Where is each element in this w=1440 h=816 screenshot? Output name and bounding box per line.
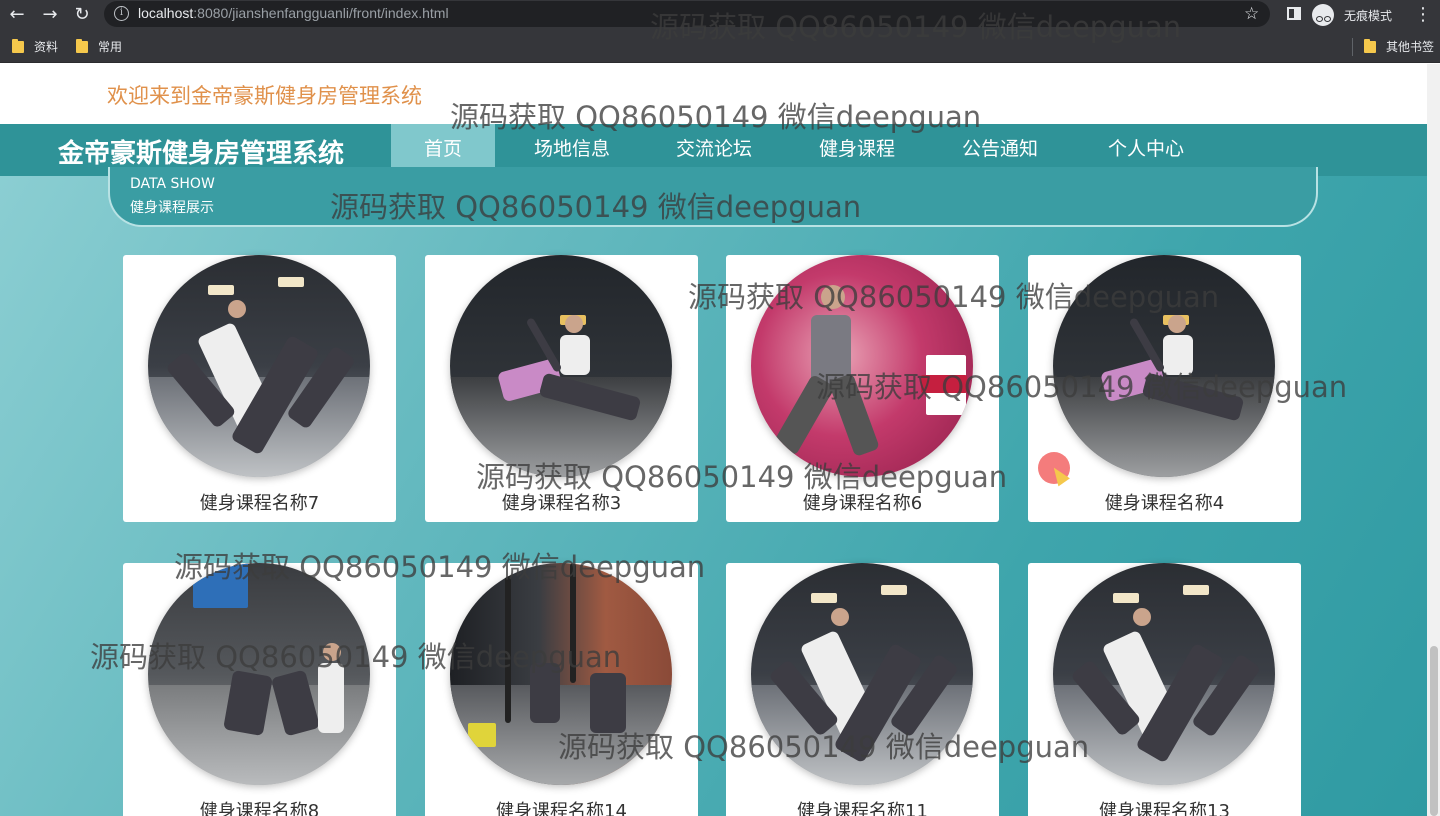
section-title-en: DATA SHOW [130, 176, 215, 192]
site-brand[interactable]: 金帝豪斯健身房管理系统 [58, 133, 344, 170]
bookmark-label: 常用 [98, 40, 123, 54]
address-bar[interactable]: i localhost:8080/jianshenfangguanli/fron… [104, 1, 1270, 27]
course-photo[interactable] [450, 563, 672, 785]
bookmark-folder-common[interactable]: 常用 [76, 38, 122, 55]
incognito-indicator[interactable]: 无痕模式 [1312, 3, 1392, 27]
url-text[interactable]: localhost:8080/jianshenfangguanli/front/… [138, 5, 449, 21]
course-card[interactable]: 健身课程名称11 [726, 563, 999, 816]
more-menu-icon[interactable]: ⋮ [1414, 3, 1432, 27]
course-photo[interactable] [1053, 255, 1275, 477]
course-photo[interactable] [751, 563, 973, 785]
course-title[interactable]: 健身课程名称6 [726, 489, 999, 515]
forward-arrow-icon[interactable]: → [38, 3, 62, 27]
course-card[interactable]: 健身课程名称6 [726, 255, 999, 522]
folder-icon [76, 38, 88, 53]
course-card[interactable]: 健身课程名称7 [123, 255, 396, 522]
course-title[interactable]: 健身课程名称13 [1028, 797, 1301, 816]
course-card[interactable]: 健身课程名称4 [1028, 255, 1301, 522]
course-title[interactable]: 健身课程名称11 [726, 797, 999, 816]
course-card[interactable]: 健身课程名称8 [123, 563, 396, 816]
side-panel-icon[interactable] [1287, 7, 1301, 20]
browser-toolbar: ← → ↻ i localhost:8080/jianshenfangguanl… [0, 0, 1440, 30]
folder-icon [1364, 38, 1376, 53]
course-title[interactable]: 健身课程名称7 [123, 489, 396, 515]
bookmarks-bar: 资料 常用 其他书签 [0, 30, 1440, 63]
section-banner: DATA SHOW 健身课程展示 [108, 167, 1318, 227]
other-bookmarks-label: 其他书签 [1386, 40, 1435, 54]
welcome-band: 欢迎来到金帝豪斯健身房管理系统 [0, 64, 1440, 124]
bookmark-label: 资料 [34, 40, 59, 54]
folder-icon [12, 38, 24, 53]
course-card[interactable]: 健身课程名称13 [1028, 563, 1301, 816]
course-card[interactable]: 健身课程名称14 [425, 563, 698, 816]
section-title-cn: 健身课程展示 [130, 200, 214, 216]
incognito-icon [1312, 4, 1334, 26]
back-arrow-icon[interactable]: ← [5, 3, 29, 27]
course-photo[interactable] [1053, 563, 1275, 785]
course-title[interactable]: 健身课程名称3 [425, 489, 698, 515]
course-photo[interactable] [751, 255, 973, 477]
other-bookmarks[interactable]: 其他书签 [1364, 38, 1434, 55]
course-card[interactable]: 健身课程名称3 [425, 255, 698, 522]
course-title[interactable]: 健身课程名称4 [1028, 489, 1301, 515]
course-photo[interactable] [148, 255, 370, 477]
welcome-text: 欢迎来到金帝豪斯健身房管理系统 [107, 84, 422, 108]
bookmarks-divider [1352, 38, 1353, 56]
course-title[interactable]: 健身课程名称14 [425, 797, 698, 816]
incognito-label: 无痕模式 [1344, 8, 1393, 23]
bookmark-folder-resources[interactable]: 资料 [12, 38, 58, 55]
reload-icon[interactable]: ↻ [70, 3, 94, 27]
scrollbar-thumb[interactable] [1430, 646, 1438, 816]
course-photo[interactable] [450, 255, 672, 477]
info-icon[interactable]: i [114, 6, 129, 21]
page-content: 欢迎来到金帝豪斯健身房管理系统 金帝豪斯健身房管理系统 首页 场地信息 交流论坛… [0, 64, 1440, 816]
bookmark-star-icon[interactable]: ☆ [1244, 4, 1259, 24]
course-photo[interactable] [148, 563, 370, 785]
course-title[interactable]: 健身课程名称8 [123, 797, 396, 816]
page-scrollbar[interactable] [1427, 64, 1440, 816]
